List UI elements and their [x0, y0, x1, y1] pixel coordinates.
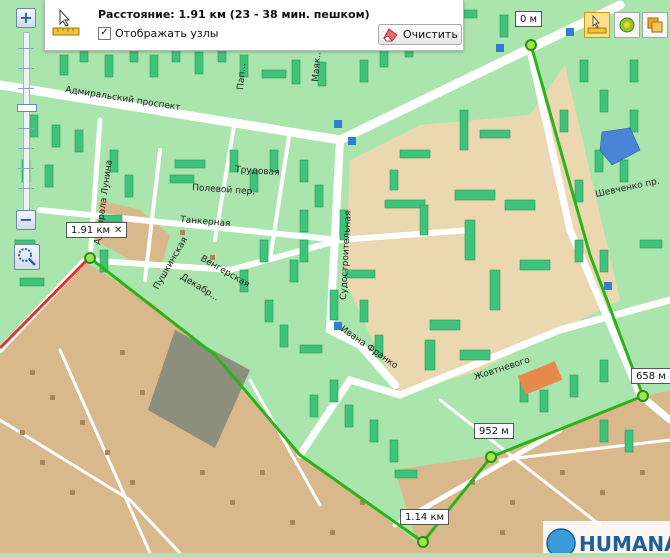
route-node-1140[interactable] — [417, 536, 429, 548]
route-label-1140: 1.14 км — [400, 509, 450, 525]
route-label-text: 658 м — [636, 371, 666, 382]
route-node-658[interactable] — [637, 390, 649, 402]
route-label-658: 658 м — [631, 368, 670, 384]
map-tools — [584, 12, 670, 38]
route-label-952: 952 м — [474, 423, 514, 439]
zoom-slider-track[interactable] — [23, 32, 30, 212]
magnifier-button[interactable] — [14, 244, 40, 270]
svg-text:HUMANA: HUMANA — [579, 532, 670, 553]
measure-label: Расстояние: — [98, 8, 175, 21]
route-node-952[interactable] — [485, 451, 497, 463]
route-label-text: 1.14 км — [405, 512, 445, 523]
zoom-control: + − — [14, 8, 40, 232]
show-nodes-checkbox[interactable]: ✓ Отображать узлы — [98, 27, 218, 40]
route-label-end: 1.91 км ✕ — [66, 222, 128, 238]
zoom-in-button[interactable]: + — [16, 8, 36, 28]
route-label-text: 0 м — [520, 14, 538, 25]
layers-tool-button[interactable] — [642, 12, 668, 38]
zoom-tick — [18, 128, 34, 129]
city-map[interactable]: Адмиральский проспект Трудовая Танкерная… — [0, 0, 670, 553]
route-node-start[interactable] — [525, 39, 537, 51]
route-label-text: 952 м — [479, 426, 509, 437]
eraser-icon — [383, 27, 398, 41]
route-label-start: 0 м — [515, 11, 543, 27]
zoom-slider-handle[interactable] — [17, 104, 37, 112]
zoom-tick — [18, 48, 34, 49]
zoom-out-button[interactable]: − — [16, 210, 36, 230]
layers-icon — [647, 17, 663, 33]
show-nodes-label: Отображать узлы — [115, 27, 219, 40]
ruler-tool-button[interactable] — [584, 12, 610, 38]
measure-panel: Расстояние: 1.91 км (23 - 38 мин. пешком… — [44, 0, 464, 51]
ruler-icon — [587, 14, 607, 34]
zoom-tick — [18, 88, 34, 89]
clear-label: Очистить — [403, 28, 458, 41]
route-label-text: 1.91 км — [71, 225, 111, 236]
close-icon[interactable]: ✕ — [114, 225, 122, 236]
zoom-tick — [18, 168, 34, 169]
zoom-tick — [18, 188, 34, 189]
zoom-tick — [18, 148, 34, 149]
ruler-icon — [52, 8, 80, 36]
checkbox-checked-icon[interactable]: ✓ — [98, 27, 111, 40]
route-node-end[interactable] — [84, 252, 96, 264]
route-icon — [619, 17, 635, 33]
measure-title: Расстояние: 1.91 км (23 - 38 мин. пешком… — [98, 8, 370, 21]
clear-button[interactable]: Очистить — [378, 24, 462, 45]
route-tool-button[interactable] — [614, 12, 640, 38]
humana-logo: HUMANA — [543, 521, 670, 557]
magnifier-icon — [18, 248, 36, 266]
zoom-tick — [18, 68, 34, 69]
measure-distance: 1.91 км (23 - 38 мин. пешком) — [178, 8, 370, 21]
